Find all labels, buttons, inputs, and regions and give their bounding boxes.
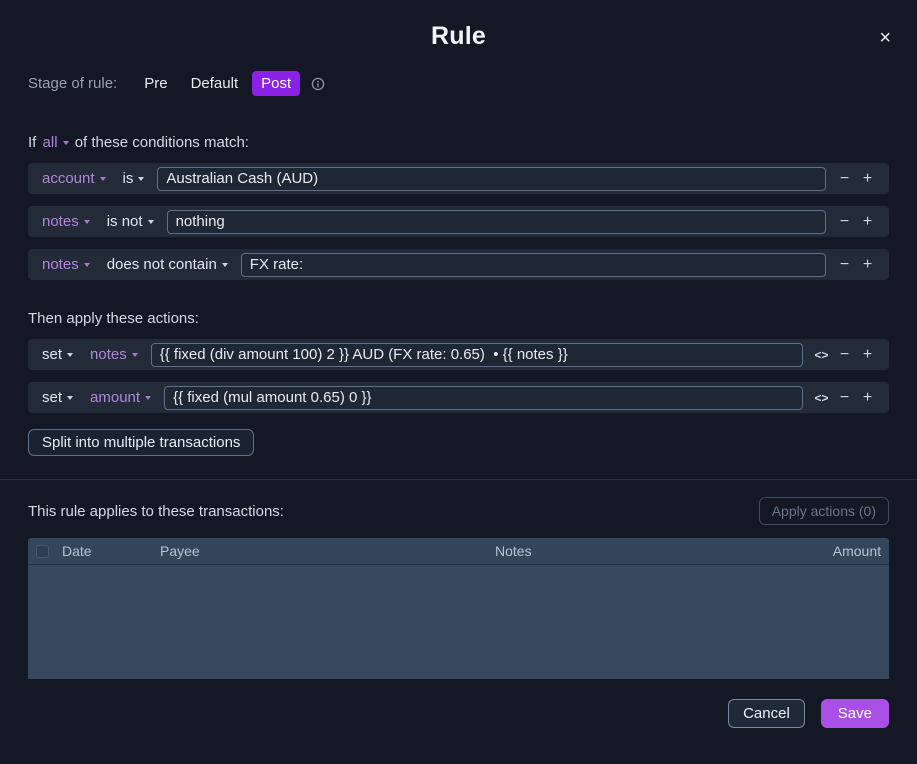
remove-action-button[interactable]: − (833, 343, 856, 367)
info-icon[interactable] (311, 77, 325, 91)
chevron-down-icon (67, 396, 73, 400)
stage-row: Stage of rule: Pre Default Post (28, 71, 889, 96)
chevron-down-icon (138, 177, 144, 181)
stage-option-default[interactable]: Default (182, 71, 248, 96)
rule-modal: Rule × Stage of rule: Pre Default Post I… (0, 0, 917, 764)
column-header-date: Date (62, 543, 160, 559)
add-action-button[interactable]: + (856, 386, 879, 410)
condition-op-dropdown[interactable]: is not (103, 213, 158, 230)
select-all-cell (36, 545, 62, 558)
action-value-input[interactable] (151, 343, 803, 367)
condition-op-dropdown[interactable]: does not contain (103, 256, 232, 273)
apply-actions-button[interactable]: Apply actions (0) (759, 497, 889, 525)
split-button-row: Split into multiple transactions (28, 429, 889, 456)
table-body-empty (28, 565, 889, 679)
chevron-down-icon (67, 353, 73, 357)
chevron-down-icon (63, 141, 69, 145)
column-header-amount: Amount (771, 543, 881, 559)
condition-row: notes is not − + (28, 206, 889, 237)
condition-op-dropdown[interactable]: is (119, 170, 149, 187)
condition-value-input[interactable] (157, 167, 826, 191)
conditions-section-label: If all of these conditions match: (28, 134, 889, 151)
chevron-down-icon (145, 396, 151, 400)
split-transactions-button[interactable]: Split into multiple transactions (28, 429, 254, 456)
action-row: set notes <> − + (28, 339, 889, 370)
condition-field-dropdown[interactable]: notes (38, 213, 94, 230)
column-header-payee: Payee (160, 543, 495, 559)
actions-list: set notes <> − + set amount <> − + (28, 339, 889, 413)
stage-option-pre[interactable]: Pre (135, 71, 176, 96)
modal-header: Rule × (28, 0, 889, 51)
add-action-button[interactable]: + (856, 343, 879, 367)
add-condition-button[interactable]: + (856, 167, 879, 191)
transactions-header-row: This rule applies to these transactions:… (28, 497, 889, 525)
actions-section-label: Then apply these actions: (28, 310, 889, 327)
conditions-suffix: of these conditions match: (75, 134, 249, 151)
template-code-icon[interactable]: <> (810, 343, 833, 367)
condition-row: notes does not contain − + (28, 249, 889, 280)
action-value-input[interactable] (164, 386, 803, 410)
conditions-list: account is − + notes is not − + notes do… (28, 163, 889, 280)
page-title: Rule (28, 22, 889, 51)
column-header-notes: Notes (495, 543, 771, 559)
chevron-down-icon (84, 263, 90, 267)
select-all-checkbox[interactable] (36, 545, 49, 558)
remove-condition-button[interactable]: − (833, 210, 856, 234)
condition-field-dropdown[interactable]: notes (38, 256, 94, 273)
chevron-down-icon (84, 220, 90, 224)
chevron-down-icon (148, 220, 154, 224)
close-icon[interactable]: × (873, 26, 897, 50)
save-button[interactable]: Save (821, 699, 889, 728)
action-verb-dropdown[interactable]: set (38, 389, 77, 406)
condition-value-input[interactable] (241, 253, 826, 277)
condition-value-input[interactable] (167, 210, 826, 234)
stage-option-post[interactable]: Post (252, 71, 300, 96)
add-condition-button[interactable]: + (856, 210, 879, 234)
remove-condition-button[interactable]: − (833, 167, 856, 191)
action-field-dropdown[interactable]: notes (86, 346, 142, 363)
modal-footer: Cancel Save (28, 699, 889, 728)
condition-field-dropdown[interactable]: account (38, 170, 110, 187)
template-code-icon[interactable]: <> (810, 386, 833, 410)
table-header: Date Payee Notes Amount (28, 538, 889, 565)
chevron-down-icon (100, 177, 106, 181)
remove-condition-button[interactable]: − (833, 253, 856, 277)
divider (0, 479, 917, 480)
stage-label: Stage of rule: (28, 75, 117, 92)
action-verb-dropdown[interactable]: set (38, 346, 77, 363)
conditions-prefix: If (28, 134, 36, 151)
transactions-label: This rule applies to these transactions: (28, 503, 284, 520)
chevron-down-icon (132, 353, 138, 357)
transactions-table: Date Payee Notes Amount (28, 538, 889, 679)
action-row: set amount <> − + (28, 382, 889, 413)
action-field-dropdown[interactable]: amount (86, 389, 155, 406)
chevron-down-icon (222, 263, 228, 267)
condition-row: account is − + (28, 163, 889, 194)
conditions-match-selector[interactable]: all (41, 134, 71, 151)
remove-action-button[interactable]: − (833, 386, 856, 410)
add-condition-button[interactable]: + (856, 253, 879, 277)
cancel-button[interactable]: Cancel (728, 699, 805, 728)
